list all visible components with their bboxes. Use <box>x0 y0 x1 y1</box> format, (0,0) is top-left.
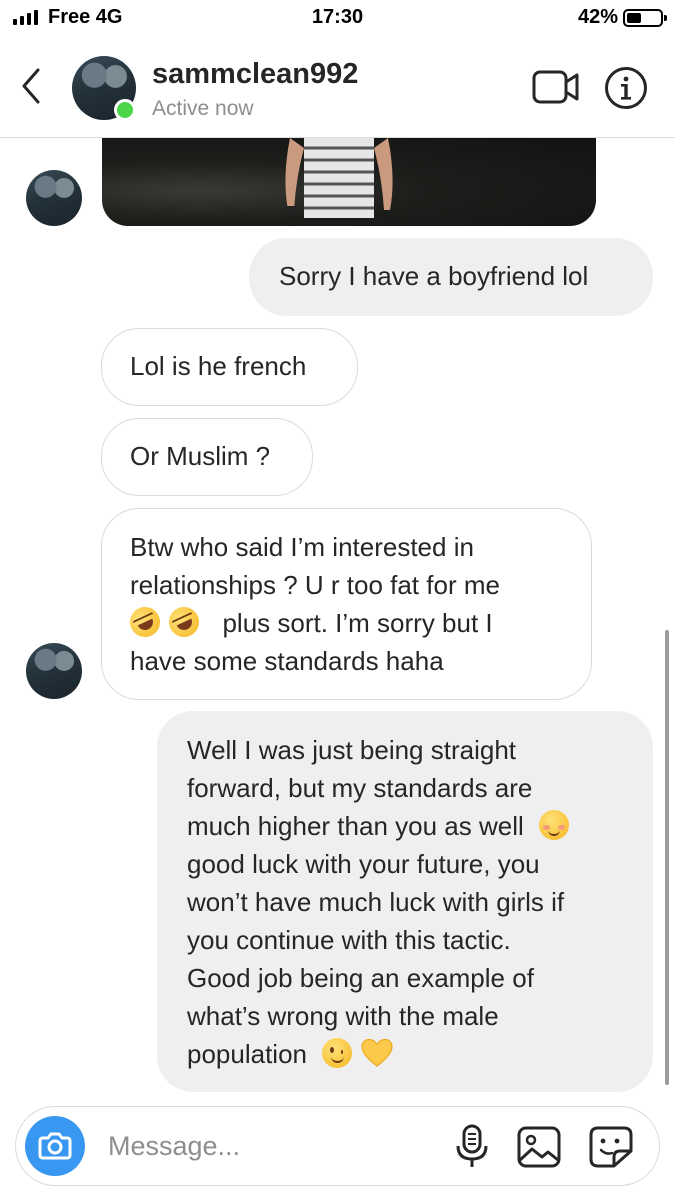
image-icon <box>517 1126 561 1168</box>
info-icon <box>605 67 647 109</box>
message-text: have some standards haha <box>130 646 444 676</box>
person-figure <box>285 138 393 218</box>
message-bubble-outgoing[interactable]: Sorry I have a boyfriend lol <box>249 238 653 316</box>
chevron-left-icon <box>22 68 40 104</box>
scrollbar[interactable] <box>665 630 669 1085</box>
message-text: what’s wrong with the male <box>187 1001 499 1031</box>
message-bubble-outgoing[interactable]: Well I was just being straight forward, … <box>157 711 653 1092</box>
smiling-face-icon <box>538 810 569 840</box>
message-text: relationships ? U r too fat for me <box>130 570 500 600</box>
message-text: much higher than you as well <box>187 811 524 841</box>
message-text: population <box>187 1039 307 1069</box>
username[interactable]: sammclean992 <box>152 58 358 91</box>
message-text: won’t have much luck with girls if <box>187 887 565 917</box>
battery-percent: 42% <box>577 6 618 28</box>
message-text: Sorry I have a boyfriend lol <box>279 261 589 291</box>
shared-photo[interactable] <box>102 138 596 226</box>
sticker-icon <box>589 1126 633 1168</box>
message-bubble-incoming[interactable]: Btw who said I’m interested in relations… <box>101 508 592 700</box>
rolling-on-floor-laughing-icon <box>125 602 165 642</box>
message-text: you continue with this tactic. <box>187 925 511 955</box>
message-text: Or Muslim ? <box>130 441 271 471</box>
yellow-heart-icon <box>361 1038 394 1068</box>
active-status-dot <box>114 99 136 121</box>
sender-avatar[interactable] <box>26 643 82 699</box>
message-bubble-incoming[interactable]: Or Muslim ? <box>101 418 313 496</box>
sticker-button[interactable] <box>588 1125 634 1169</box>
rolling-on-floor-laughing-icon <box>164 602 205 642</box>
camera-icon <box>38 1132 72 1160</box>
winking-face-icon <box>322 1038 353 1068</box>
message-text: Btw who said I’m interested in <box>130 532 474 562</box>
clock: 17:30 <box>311 6 364 28</box>
camera-button[interactable] <box>25 1116 85 1176</box>
info-button[interactable] <box>604 66 648 110</box>
message-input[interactable] <box>108 1126 438 1166</box>
video-camera-icon <box>532 70 579 104</box>
microphone-icon <box>456 1124 488 1167</box>
sender-avatar[interactable] <box>26 170 82 226</box>
battery-icon <box>623 9 667 27</box>
gallery-button[interactable] <box>516 1125 562 1169</box>
message-text: good luck with your future, you <box>187 849 540 879</box>
message-composer <box>15 1106 660 1186</box>
microphone-button[interactable] <box>450 1124 494 1170</box>
back-button[interactable] <box>16 66 50 106</box>
message-text: forward, but my standards are <box>187 773 533 803</box>
message-text: Well I was just being straight <box>187 735 516 765</box>
status-bar: Free 4G 17:30 42% <box>0 0 675 36</box>
active-status-label: Active now <box>152 97 254 120</box>
message-text: Good job being an example of <box>187 963 534 993</box>
message-text: plus sort. I’m sorry but I <box>222 608 493 638</box>
message-bubble-incoming[interactable]: Lol is he french <box>101 328 358 406</box>
video-call-button[interactable] <box>532 70 580 104</box>
message-text: Lol is he french <box>130 351 307 381</box>
chat-header: sammclean992 Active now <box>0 36 675 138</box>
